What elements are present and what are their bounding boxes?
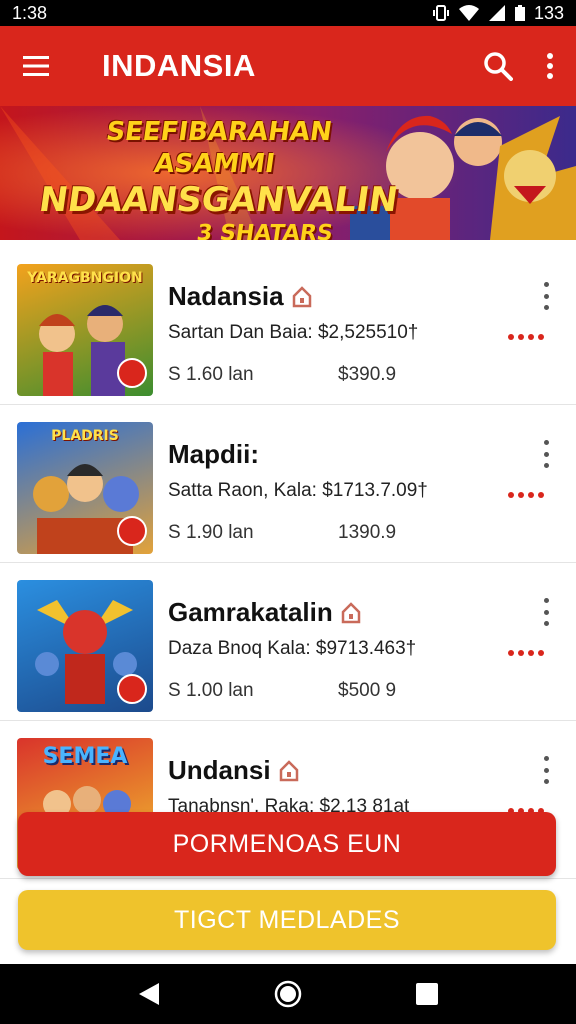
app-title: INDANSIA: [102, 48, 256, 83]
item-title: Nadansia: [168, 281, 284, 311]
thumbnail-title: PLADRIS: [51, 428, 119, 444]
banner-headline: SEEFIBARAHAN ASAMMI NDAANSGANVALIN 3 SHA…: [33, 116, 401, 240]
menu-button[interactable]: [0, 26, 72, 106]
rating-dots-icon: [508, 492, 544, 498]
tag-icon: [279, 759, 298, 781]
thumbnail-title: SEMEA: [42, 744, 128, 769]
more-vert-icon: [547, 53, 553, 79]
battery-icon: [514, 5, 525, 21]
list-item[interactable]: PLADRIS Mapdii: Satta Raon, Kala: $1713.…: [0, 406, 576, 563]
battery-level: 133: [533, 2, 564, 23]
list-item[interactable]: YARAGBNGION Nadansia Sartan Dan Baia: $2…: [0, 248, 576, 405]
thumbnail-badge: [117, 674, 147, 704]
rating-dots-icon: [508, 650, 544, 656]
item-description: Sartan Dan Baia: $2,525510†: [168, 322, 419, 343]
item-title-row: Nadansia: [168, 281, 312, 312]
home-circle-icon: [274, 980, 302, 1008]
item-right-value: 1390.9: [338, 522, 397, 543]
rating-dots-icon: [508, 334, 544, 340]
status-bar: 1:38 133: [0, 0, 576, 26]
banner-line-3: 3 SHATARS: [195, 221, 335, 240]
item-title: Mapdii:: [168, 439, 259, 469]
item-left-value: S 1.00 lan: [168, 680, 254, 701]
item-title: Undansi: [168, 755, 271, 785]
item-more-icon[interactable]: [536, 282, 556, 310]
system-nav-bar: [0, 964, 576, 1024]
recents-square-icon: [415, 983, 438, 1005]
back-triangle-icon: [139, 983, 160, 1005]
banner-line-2: NDAANSGANVALIN: [36, 180, 401, 220]
thumbnail-badge: [117, 358, 147, 388]
tag-icon: [341, 601, 360, 623]
item-description: Daza Bnoq Kala: $9713.463†: [168, 638, 417, 659]
wifi-icon: [458, 5, 479, 21]
promo-banner[interactable]: SEEFIBARAHAN ASAMMI NDAANSGANVALIN 3 SHA…: [0, 106, 576, 240]
home-button[interactable]: [268, 974, 308, 1014]
primary-action-button[interactable]: PORMENOAS EUN: [18, 812, 556, 876]
item-title-row: Undansi: [168, 755, 299, 786]
search-button[interactable]: [472, 26, 524, 106]
tag-icon: [292, 285, 311, 307]
thumbnail-badge: [117, 516, 147, 546]
item-right-value: $390.9: [338, 364, 397, 385]
thumbnail-title: YARAGBNGION: [27, 270, 143, 286]
more-options-button[interactable]: [524, 26, 576, 106]
item-title-row: Mapdii:: [168, 439, 259, 470]
signal-icon: [488, 5, 505, 21]
recents-button[interactable]: [407, 974, 447, 1014]
item-right-value: $500 9: [338, 680, 397, 701]
vibrate-icon: [432, 5, 449, 21]
status-time: 1:38: [12, 2, 48, 23]
item-title: Gamrakatalin: [168, 597, 333, 627]
item-more-icon[interactable]: [536, 598, 556, 626]
game-thumbnail: PLADRIS: [17, 422, 153, 554]
game-thumbnail: YARAGBNGION: [17, 264, 153, 396]
status-icons: 133: [432, 3, 564, 24]
list-item[interactable]: Gamrakatalin Daza Bnoq Kala: $9713.463† …: [0, 564, 576, 721]
back-button[interactable]: [129, 974, 169, 1014]
item-description: Satta Raon, Kala: $1713.7.09†: [168, 480, 428, 501]
game-thumbnail: [17, 580, 153, 712]
app-bar: INDANSIA: [0, 26, 576, 106]
item-left-value: S 1.60 lan: [168, 364, 254, 385]
item-more-icon[interactable]: [536, 440, 556, 468]
item-more-icon[interactable]: [536, 756, 556, 784]
item-left-value: S 1.90 lan: [168, 522, 254, 543]
search-icon: [484, 52, 513, 81]
item-title-row: Gamrakatalin: [168, 597, 361, 628]
banner-line-1: SEEFIBARAHAN ASAMMI: [104, 117, 334, 179]
hamburger-icon: [23, 56, 49, 76]
secondary-action-button[interactable]: TIGCT MEDLADES: [18, 890, 556, 950]
